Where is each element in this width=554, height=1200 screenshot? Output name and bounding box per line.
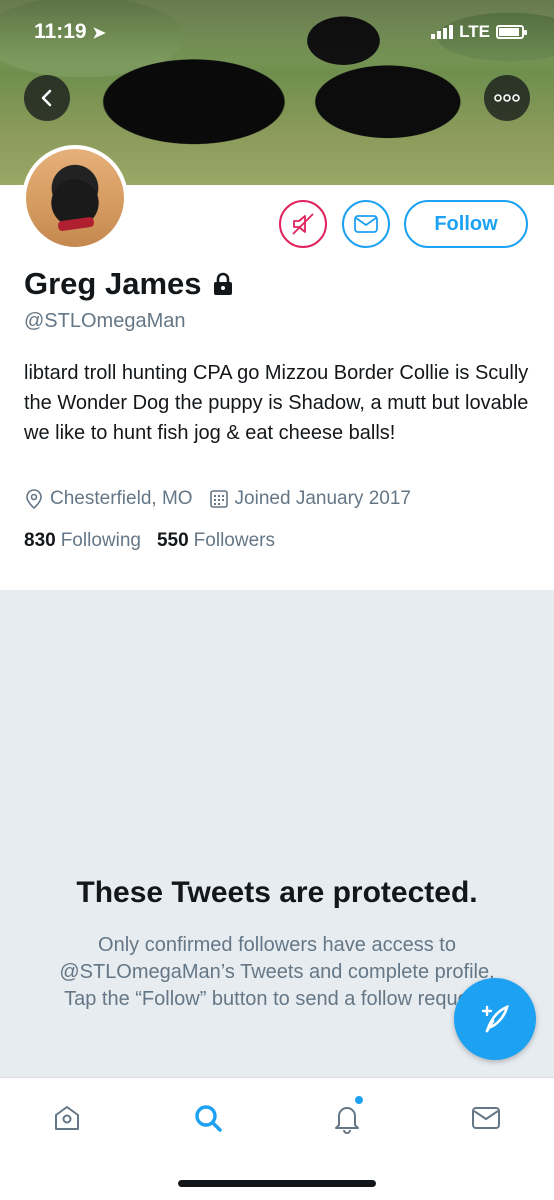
followers-count: 550 — [156, 530, 189, 551]
bell-icon — [335, 1107, 359, 1134]
avatar[interactable] — [22, 145, 128, 251]
tab-home[interactable] — [47, 1098, 87, 1138]
signal-icon — [431, 25, 454, 39]
followers-link[interactable]: 550 Followers — [157, 530, 275, 552]
tab-messages[interactable] — [466, 1098, 506, 1138]
follow-counts: 830 Following 550 Followers — [24, 530, 275, 552]
location-item: Chesterfield, MO — [24, 488, 193, 510]
home-icon — [55, 1106, 79, 1130]
mail-icon — [472, 1107, 500, 1129]
following-label: Following — [60, 530, 141, 551]
message-button[interactable] — [342, 200, 390, 248]
compose-quill-icon — [481, 1004, 509, 1033]
chevron-left-icon — [41, 89, 52, 107]
lock-icon — [213, 272, 232, 295]
location-text: Chesterfield, MO — [50, 488, 193, 509]
envelope-icon — [354, 215, 378, 233]
search-icon — [195, 1105, 222, 1132]
more-button[interactable] — [484, 75, 530, 121]
joined-item: Joined January 2017 — [209, 488, 411, 510]
back-button[interactable] — [24, 75, 70, 121]
status-time: 11:19 ➤ — [34, 20, 106, 43]
notification-dot — [355, 1096, 363, 1104]
home-indicator — [178, 1180, 376, 1187]
protected-message: Only confirmed followers have access to … — [59, 934, 495, 1010]
profile-meta: Chesterfield, MO Joined January 2017 — [24, 488, 411, 510]
protected-title: These Tweets are protected. — [76, 876, 478, 909]
profile-bio: libtard troll hunting CPA go Mizzou Bord… — [24, 362, 529, 444]
tab-notifications[interactable] — [327, 1096, 367, 1138]
status-indicators: LTE — [431, 22, 527, 42]
profile-handle: @STLOmegaMan — [24, 310, 186, 332]
profile-name: Greg James — [24, 266, 202, 301]
followers-label: Followers — [193, 530, 275, 551]
compose-tweet-button[interactable] — [454, 978, 536, 1060]
status-bar: 11:19 ➤ LTE — [0, 0, 554, 66]
battery-icon — [496, 25, 527, 39]
more-icon — [494, 94, 520, 102]
following-count: 830 — [24, 530, 56, 551]
mute-button[interactable] — [279, 200, 327, 248]
follow-button[interactable]: Follow — [404, 200, 528, 248]
location-pin-icon — [26, 489, 42, 510]
calendar-icon — [209, 490, 228, 508]
tab-search[interactable] — [188, 1098, 228, 1138]
mute-icon — [292, 213, 314, 235]
joined-text: Joined January 2017 — [234, 488, 411, 509]
profile-name-row: Greg James — [24, 266, 234, 302]
following-link[interactable]: 830 Following — [24, 530, 141, 552]
network-label: LTE — [459, 22, 490, 41]
